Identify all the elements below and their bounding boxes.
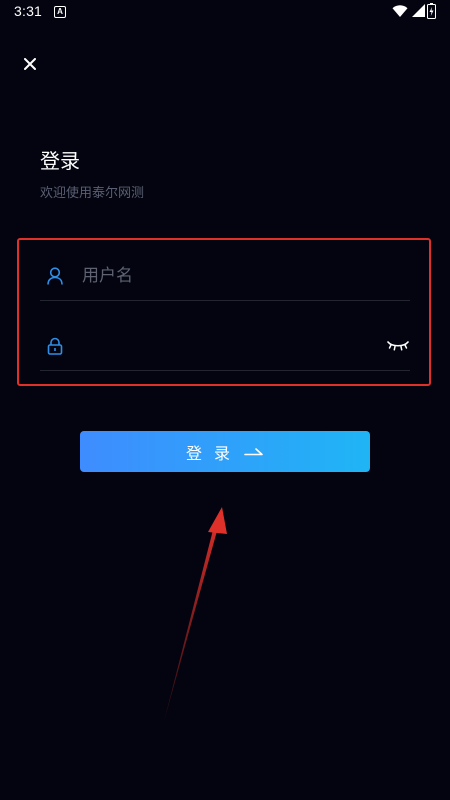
username-field	[40, 252, 410, 301]
user-icon	[46, 267, 64, 285]
wifi-icon	[392, 5, 408, 17]
username-input[interactable]	[80, 260, 410, 292]
login-screen: 3:31 A 登录 欢迎使用泰尔网测 用户名 登录	[0, 0, 450, 800]
annotation-arrow	[163, 507, 227, 725]
lock-icon	[46, 337, 64, 355]
battery-icon	[427, 3, 436, 19]
login-button[interactable]: 登录	[80, 431, 370, 472]
password-field	[40, 322, 410, 371]
status-bar: 3:31 A	[0, 0, 450, 24]
arrow-right-icon	[244, 447, 264, 457]
page-subtitle: 欢迎使用泰尔网测	[40, 186, 145, 201]
close-icon	[24, 58, 36, 70]
signal-icon	[412, 4, 425, 17]
page-title: 登录	[40, 149, 80, 173]
close-button[interactable]	[20, 54, 40, 74]
password-input[interactable]	[80, 330, 386, 362]
eye-closed-icon	[387, 341, 409, 351]
status-time: 3:31	[14, 3, 43, 19]
password-visibility-toggle[interactable]	[386, 337, 410, 355]
notification-icon: A	[54, 6, 66, 18]
login-button-label: 登录	[185, 443, 242, 463]
